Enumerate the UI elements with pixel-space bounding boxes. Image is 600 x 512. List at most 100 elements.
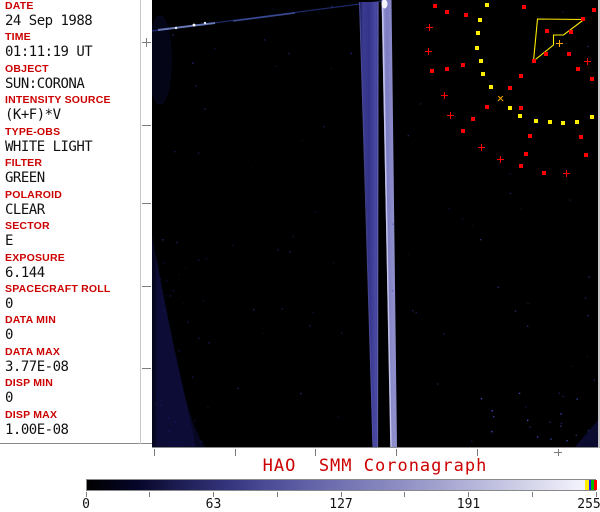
noise-speck — [529, 426, 531, 428]
colorbar-tick-label: 63 — [205, 497, 222, 512]
noise-speck — [437, 383, 439, 385]
noise-speck — [175, 421, 177, 423]
noise-speck — [192, 62, 194, 64]
noise-speck — [558, 392, 560, 394]
noise-speck — [526, 325, 529, 327]
noise-speck — [588, 276, 590, 278]
noise-speck — [536, 436, 539, 438]
noise-speck — [560, 413, 562, 415]
metadata-field-value: 6.144 — [5, 264, 45, 281]
metadata-field: SECTOR E — [0, 220, 152, 251]
noise-speck — [472, 225, 474, 227]
metadata-field-label: OBJECT — [5, 62, 49, 75]
noise-speck — [277, 249, 279, 251]
noise-speck — [174, 150, 176, 153]
axis-tick-bottom — [153, 449, 155, 456]
noise-speck — [169, 295, 172, 297]
axis-tick-bottom — [557, 449, 559, 456]
coronal-wedge-bottom-right — [575, 420, 598, 447]
noise-speck — [272, 8, 275, 10]
metadata-field-value: 3.77E-08 — [5, 358, 69, 375]
noise-speck — [159, 278, 162, 280]
noise-speck — [584, 297, 587, 299]
metadata-field-value: 1.00E-08 — [5, 421, 69, 438]
noise-speck — [525, 406, 527, 409]
noise-speck — [163, 309, 165, 312]
metadata-field-value: 0 — [5, 295, 13, 312]
metadata-sidebar: DATE 24 Sep 1988 TIME 01:11:19 UT OBJECT SUN:… — [0, 0, 152, 444]
colorbar-tick — [404, 492, 406, 497]
metadata-field-value: 24 Sep 1988 — [5, 13, 93, 29]
noise-speck — [412, 309, 414, 312]
noise-speck — [184, 267, 187, 269]
metadata-field: DISP MAX 1.00E-08 — [0, 409, 152, 440]
colorbar-tick-label: 191 — [456, 497, 481, 512]
metadata-field-list: DATE 24 Sep 1988 TIME 01:11:19 UT OBJECT SUN:… — [0, 0, 152, 440]
noise-speck — [520, 207, 522, 210]
coronagraph-image-render — [152, 0, 598, 447]
coronagraph-viewer-window: DATE 24 Sep 1988 TIME 01:11:19 UT OBJECT SUN:… — [0, 0, 600, 512]
metadata-field: DATE 24 Sep 1988 — [0, 0, 152, 31]
noise-speck — [492, 432, 494, 435]
noise-speck — [330, 68, 332, 70]
noise-speck — [491, 410, 493, 412]
noise-speck — [160, 404, 162, 407]
noise-speck — [202, 300, 204, 302]
axis-tick-bottom — [314, 449, 316, 456]
metadata-field-label: INTENSITY SOURCE — [5, 94, 111, 107]
noise-speck — [518, 392, 521, 395]
noise-speck — [194, 419, 196, 422]
noise-speck — [497, 286, 499, 289]
plot-title: HAO SMM Coronagraph — [262, 456, 488, 476]
noise-speck — [479, 238, 482, 241]
metadata-field-label: TIME — [5, 31, 31, 44]
noise-speck — [264, 39, 266, 41]
noise-speck — [172, 290, 175, 292]
metadata-field: DATA MAX 3.77E-08 — [0, 346, 152, 377]
noise-speck — [461, 218, 464, 220]
metadata-field-label: DATA MAX — [5, 345, 61, 358]
noise-speck — [175, 441, 177, 443]
noise-speck — [191, 376, 194, 378]
noise-speck — [560, 422, 563, 425]
noise-speck — [419, 103, 422, 105]
noise-speck — [200, 441, 203, 443]
noise-speck — [237, 387, 239, 390]
noise-speck — [562, 395, 564, 398]
noise-speck — [154, 402, 157, 405]
noise-speck — [562, 11, 565, 13]
noise-speck — [570, 365, 573, 367]
noise-speck — [442, 333, 445, 335]
noise-speck — [514, 310, 517, 312]
noise-speck — [549, 421, 551, 423]
noise-speck — [157, 393, 159, 395]
coronagraph-image-canvas — [152, 0, 598, 448]
metadata-field-value: GREEN — [5, 170, 45, 187]
metadata-field-value: SUN:CORONA — [5, 75, 85, 92]
metadata-field-label: POLAROID — [5, 188, 63, 201]
sidebar-divider — [140, 0, 141, 444]
noise-speck — [341, 332, 343, 334]
metadata-field: EXPOSURE 6.144 — [0, 252, 152, 283]
noise-speck — [491, 430, 493, 433]
noise-speck — [407, 134, 410, 137]
noise-speck — [275, 65, 277, 67]
metadata-field: POLAROID CLEAR — [0, 189, 152, 220]
axis-tick-bottom — [234, 449, 236, 456]
noise-speck — [232, 244, 234, 247]
noise-speck — [527, 303, 529, 305]
noise-speck — [309, 325, 311, 327]
noise-speck — [300, 392, 302, 395]
noise-speck — [289, 250, 291, 253]
noise-speck — [576, 398, 578, 400]
noise-speck — [205, 257, 208, 260]
noise-speck — [198, 337, 200, 340]
noise-speck — [281, 308, 283, 310]
colorbar-tick-label: 0 — [82, 497, 90, 512]
noise-speck — [569, 199, 571, 201]
noise-speck — [337, 416, 340, 418]
noise-speck — [314, 211, 317, 213]
colorbar-tick-label: 255 — [577, 497, 600, 512]
noise-speck — [566, 439, 568, 442]
noise-speck — [292, 235, 294, 238]
